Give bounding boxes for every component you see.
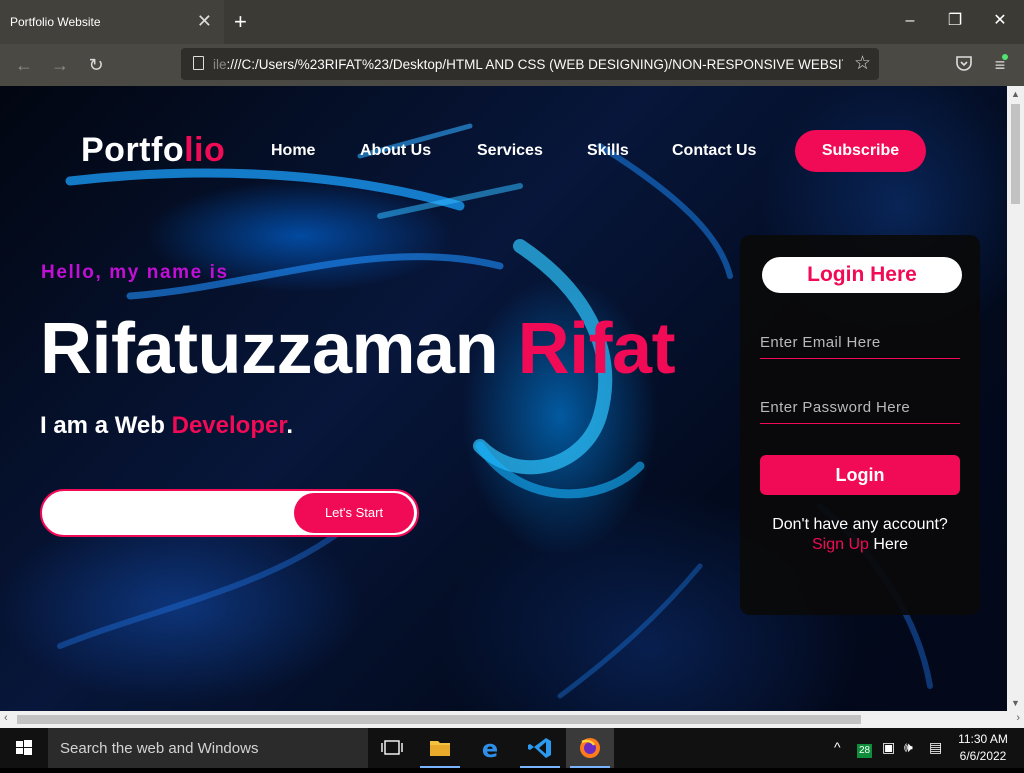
scroll-up-icon[interactable]: ▲ (1007, 89, 1024, 99)
star-icon[interactable]: ☆ (854, 52, 871, 75)
chevron-up-icon[interactable]: ^ (834, 739, 841, 755)
network-icon[interactable]: ▣ (882, 739, 895, 756)
vertical-scroll-thumb[interactable] (1011, 104, 1020, 204)
badge-icon[interactable]: 28 (857, 740, 873, 758)
scroll-right-icon[interactable]: › (1016, 712, 1020, 724)
nav-home[interactable]: Home (271, 142, 315, 160)
url-bar[interactable]: ile:///C:/Users/%23RIFAT%23/Desktop/HTML… (181, 48, 879, 80)
page-icon (193, 56, 204, 70)
windows-start-icon[interactable] (0, 728, 48, 768)
tab-title: Portfolio Website (10, 15, 101, 29)
firefox-icon[interactable] (566, 728, 614, 768)
forward-icon[interactable]: → (49, 54, 71, 76)
scroll-left-icon[interactable]: ‹ (4, 712, 8, 724)
browser-tab-strip: Portfolio Website ✕ + – ❐ ✕ (0, 0, 1024, 44)
email-field[interactable]: Enter Email Here (760, 329, 960, 359)
hello-text: Hello, my name is (41, 262, 229, 283)
horizontal-scroll-thumb[interactable] (17, 715, 861, 724)
horizontal-scrollbar[interactable]: ‹ › (0, 711, 1024, 728)
task-view-icon[interactable] (368, 728, 416, 768)
hero-role: I am a Web Developer. (40, 412, 294, 439)
site-logo[interactable]: Portfolio (81, 131, 225, 170)
close-tab-icon[interactable]: ✕ (197, 11, 212, 31)
vertical-scrollbar[interactable]: ▲ ▼ (1007, 86, 1024, 711)
svg-text:e: e (482, 735, 498, 763)
volume-icon[interactable]: 🕪 (904, 739, 913, 756)
taskbar: Search the web and Windows e ^ 28 ▣ 🕪 ▤ … (0, 728, 1024, 768)
pocket-icon[interactable] (953, 54, 975, 77)
url-text: ile:///C:/Users/%23RIFAT%23/Desktop/HTML… (213, 57, 843, 72)
back-icon[interactable]: ← (13, 54, 35, 76)
signup-link[interactable]: Sign Up (812, 536, 869, 553)
signup-prompt: Don't have any account? Sign Up Here (772, 516, 948, 553)
nav-services[interactable]: Services (477, 142, 543, 160)
browser-tab[interactable]: Portfolio Website ✕ (0, 0, 224, 44)
hero-name: Rifatuzzaman Rifat (40, 309, 676, 389)
notification-icon[interactable]: ▤ (929, 739, 942, 756)
scroll-down-icon[interactable]: ▼ (1007, 698, 1024, 708)
lets-start-button[interactable]: Let's Start (294, 493, 414, 533)
login-title: Login Here (762, 257, 962, 293)
restore-icon[interactable]: ❐ (943, 10, 967, 32)
nav-contact-us[interactable]: Contact Us (672, 142, 756, 160)
login-card: Login Here Enter Email Here Enter Passwo… (740, 235, 980, 615)
taskbar-search[interactable]: Search the web and Windows (48, 728, 368, 768)
vscode-icon[interactable] (516, 728, 564, 768)
subscribe-button[interactable]: Subscribe (795, 130, 926, 172)
update-dot (1002, 54, 1008, 60)
login-button[interactable]: Login (760, 455, 960, 495)
nav-about-us[interactable]: About Us (360, 142, 431, 160)
reload-icon[interactable]: ↻ (85, 54, 107, 76)
file-explorer-icon[interactable] (416, 728, 464, 768)
new-tab-icon[interactable]: + (234, 9, 247, 35)
web-page: Portfolio Home About Us Services Skills … (0, 86, 1007, 711)
minimize-icon[interactable]: – (898, 10, 922, 32)
taskbar-clock[interactable]: 11:30 AM 6/6/2022 (948, 731, 1018, 765)
edge-icon[interactable]: e (466, 728, 514, 768)
password-field[interactable]: Enter Password Here (760, 394, 960, 424)
nav-skills[interactable]: Skills (587, 142, 629, 160)
close-window-icon[interactable]: ✕ (988, 10, 1012, 32)
